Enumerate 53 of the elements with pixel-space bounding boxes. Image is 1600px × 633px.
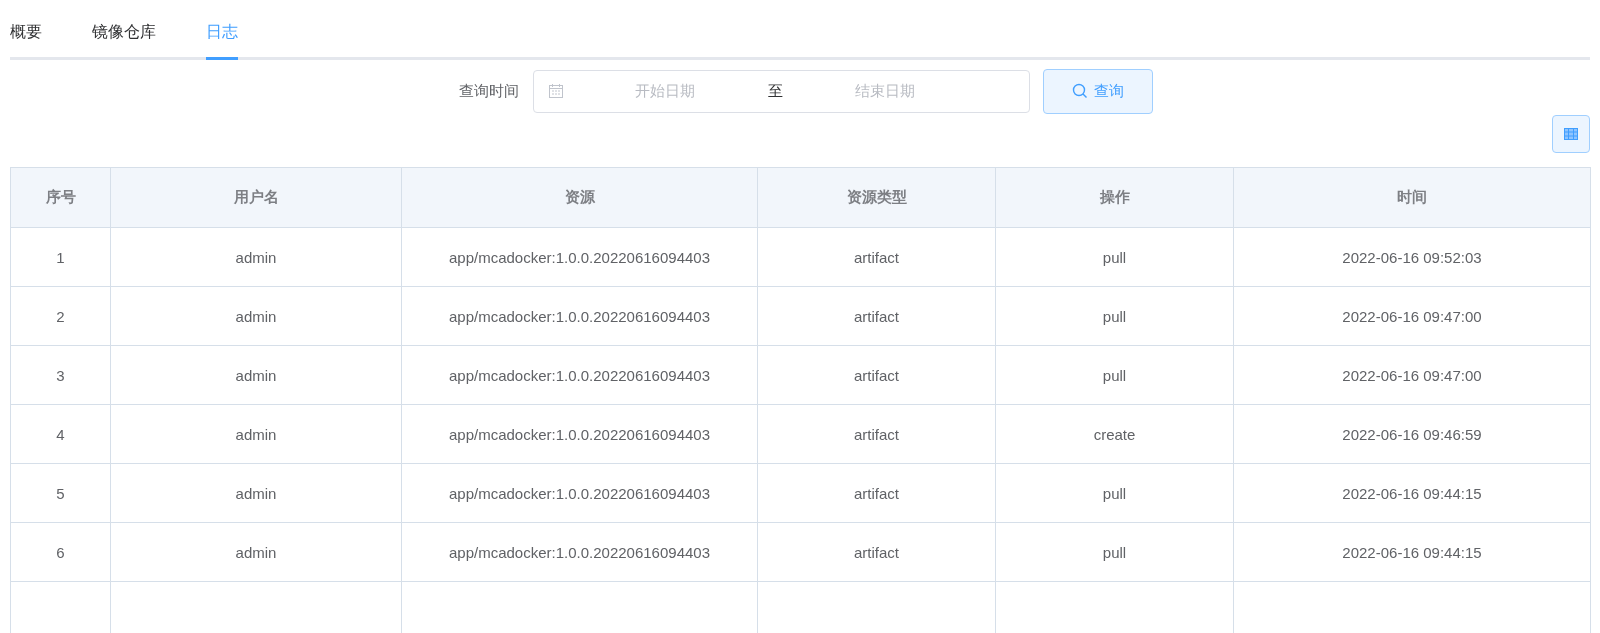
date-range-field[interactable]: 开始日期 至 结束日期 <box>533 69 1030 113</box>
column-header: 序号 <box>10 167 111 228</box>
table-cell: app/mcadocker:1.0.0.20220616094403 <box>401 345 758 405</box>
table-cell: app/mcadocker:1.0.0.20220616094403 <box>401 286 758 346</box>
tab[interactable]: 镜像仓库 <box>92 22 156 60</box>
table-cell: artifact <box>757 463 996 523</box>
table-cell: artifact <box>757 345 996 405</box>
table-cell: 2022-06-16 09:47:00 <box>1233 345 1591 405</box>
table-cell: 3 <box>10 345 111 405</box>
table-cell: pull <box>995 463 1234 523</box>
table-cell: 2022-06-16 09:47:00 <box>1233 286 1591 346</box>
end-date-placeholder: 结束日期 <box>854 81 916 101</box>
table-cell: 2022-06-16 09:44:15 <box>1233 463 1591 523</box>
table-cell: admin <box>110 286 402 346</box>
column-header: 资源 <box>401 167 758 228</box>
table-cell: admin <box>110 345 402 405</box>
table-cell: pull <box>995 522 1234 582</box>
column-header: 用户名 <box>110 167 402 228</box>
table-cell: pull <box>995 345 1234 405</box>
range-separator: 至 <box>766 81 784 101</box>
table-cell: artifact <box>757 522 996 582</box>
table-cell: 6 <box>10 522 111 582</box>
filter-label: 查询时间 <box>459 81 519 101</box>
table-cell: app/mcadocker:1.0.0.20220616094403 <box>401 404 758 464</box>
table-cell: app/mcadocker:1.0.0.20220616094403 <box>401 522 758 582</box>
table-cell: artifact <box>757 286 996 346</box>
table-cell: admin <box>110 463 402 523</box>
column-header: 操作 <box>995 167 1234 228</box>
table-cell: admin <box>110 404 402 464</box>
table-cell: app/mcadocker:1.0.0.20220616094403 <box>401 463 758 523</box>
column-header: 资源类型 <box>757 167 996 228</box>
table-cell: 2 <box>10 286 111 346</box>
table-cell: 2022-06-16 09:44:15 <box>1233 522 1591 582</box>
table-cell: 5 <box>10 463 111 523</box>
table-cell: 2022-06-16 09:52:03 <box>1233 227 1591 287</box>
tab[interactable]: 概要 <box>10 22 42 60</box>
table-cell: admin <box>110 227 402 287</box>
table-cell: 1 <box>10 227 111 287</box>
column-header: 时间 <box>1233 167 1591 228</box>
table-cell: create <box>995 404 1234 464</box>
table-icon <box>1564 128 1578 140</box>
table-settings-button[interactable] <box>1552 115 1590 153</box>
table-cell: artifact <box>757 404 996 464</box>
table-cell: admin <box>110 522 402 582</box>
table-cell: artifact <box>757 227 996 287</box>
table-cell: pull <box>995 286 1234 346</box>
table-cell: pull <box>995 227 1234 287</box>
calendar-icon <box>548 83 564 99</box>
start-date-placeholder: 开始日期 <box>634 81 696 101</box>
table-cell: 4 <box>10 404 111 464</box>
table-cell: app/mcadocker:1.0.0.20220616094403 <box>401 227 758 287</box>
table-cell: 2022-06-16 09:46:59 <box>1233 404 1591 464</box>
search-icon <box>1072 83 1088 99</box>
